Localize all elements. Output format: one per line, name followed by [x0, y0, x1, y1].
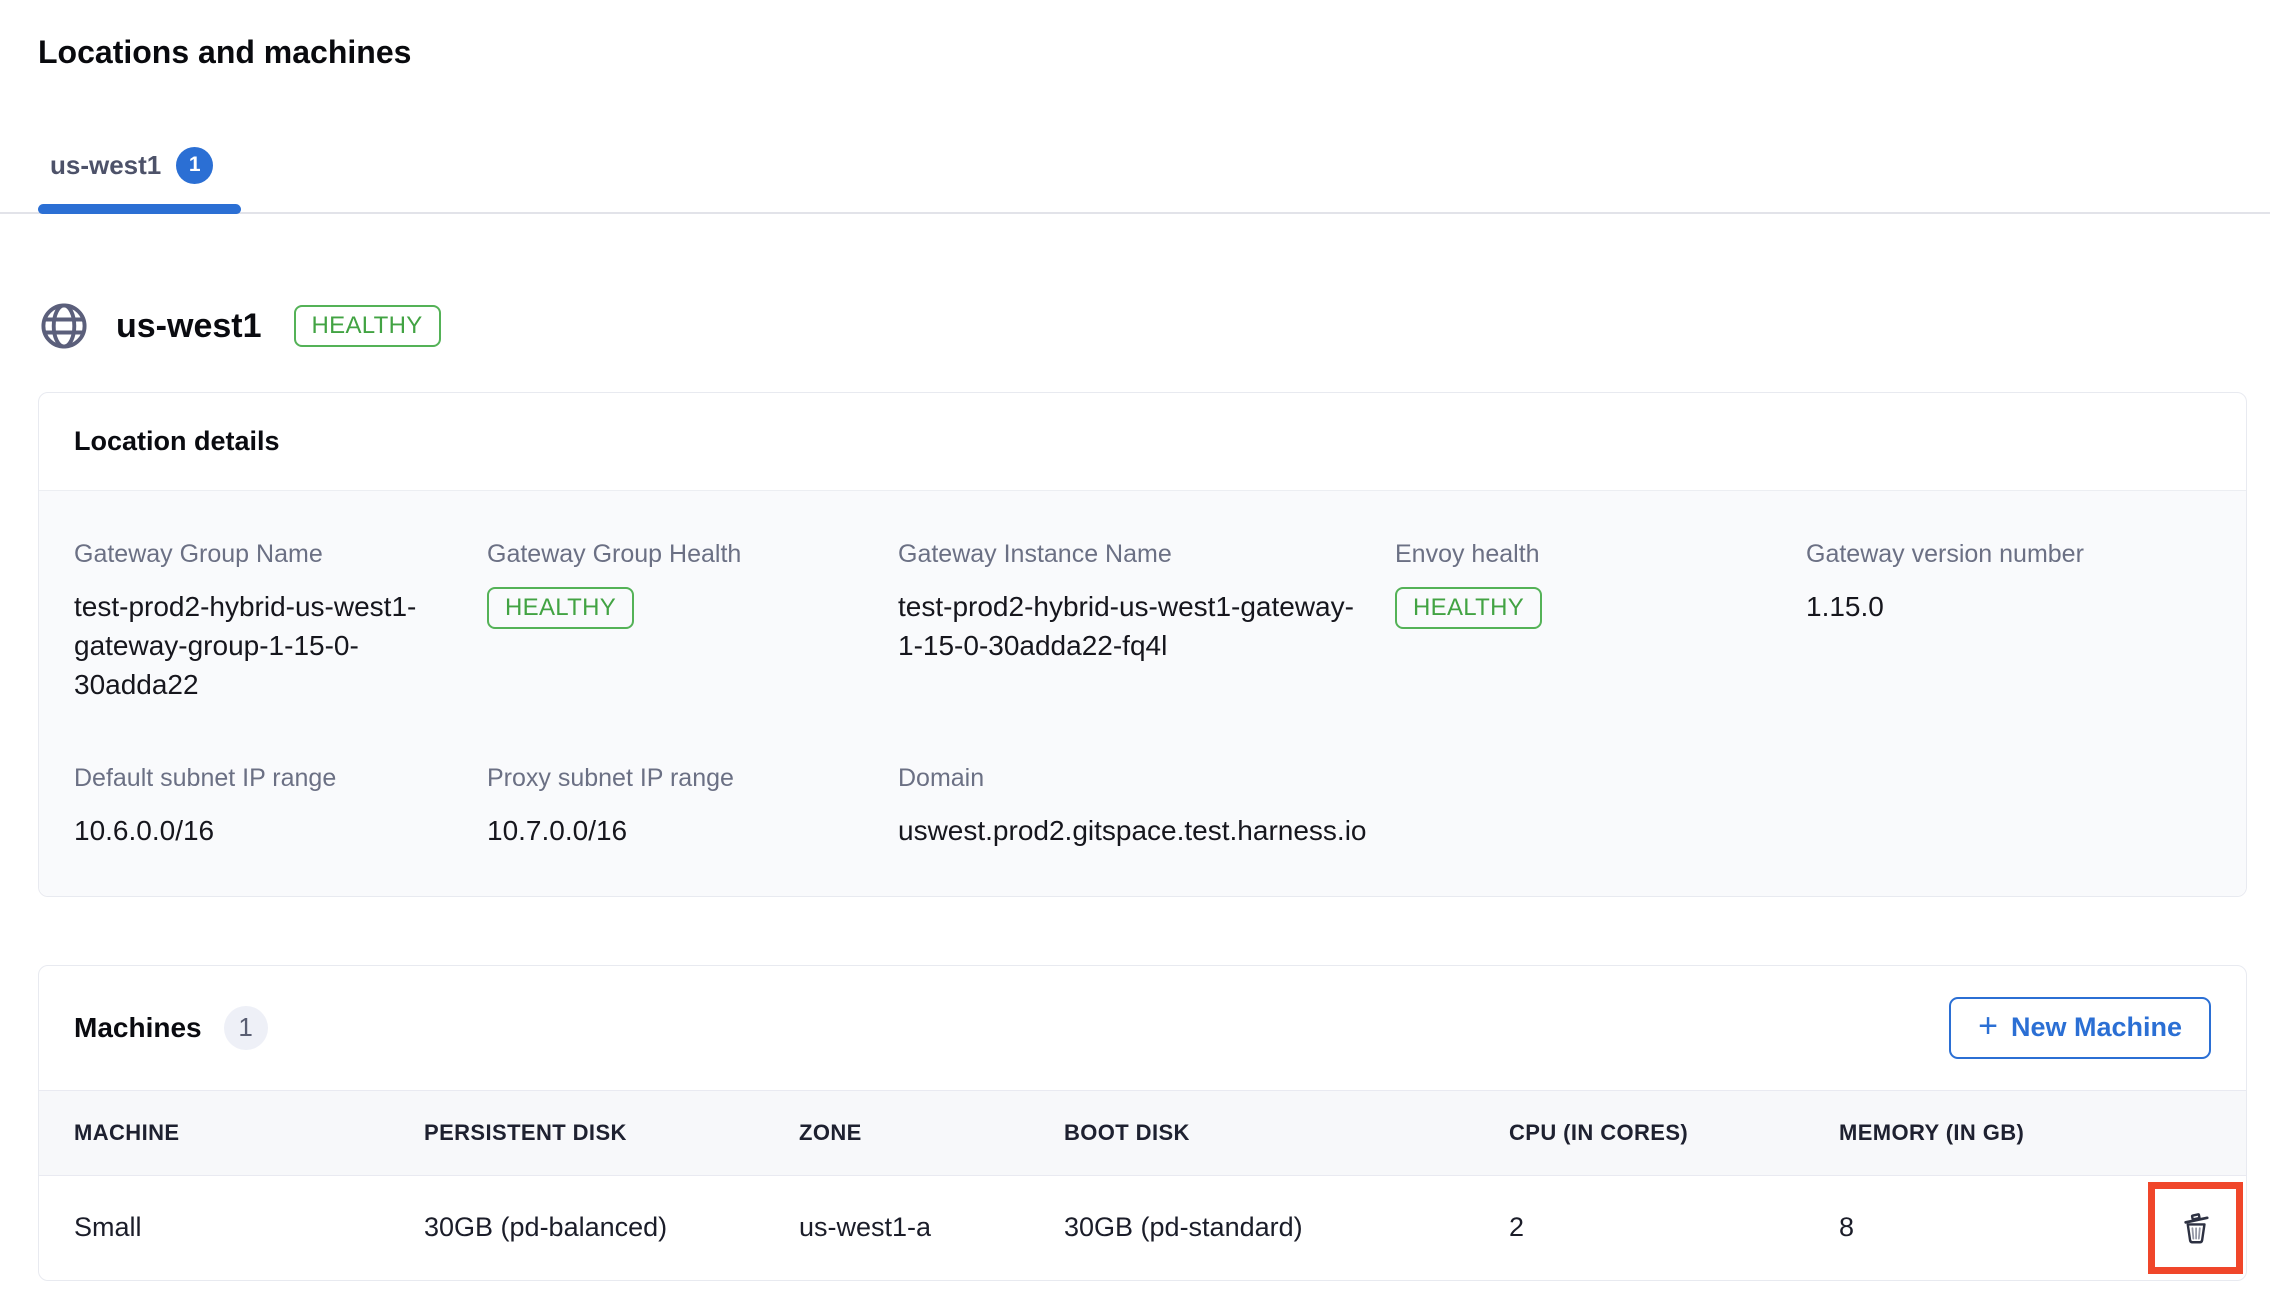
field-value: 10.6.0.0/16 [74, 811, 447, 850]
field-gateway-version: Gateway version number 1.15.0 [1806, 539, 2211, 705]
cell-boot-disk: 30GB (pd-standard) [1064, 1212, 1509, 1243]
gateway-group-health-badge: HEALTHY [487, 587, 634, 629]
cell-zone: us-west1-a [799, 1212, 1064, 1243]
row-actions [2148, 1182, 2243, 1274]
machines-card: Machines 1 + New Machine MACHINE PERSIST… [38, 965, 2247, 1281]
field-label: Default subnet IP range [74, 763, 447, 793]
field-value: 10.7.0.0/16 [487, 811, 858, 850]
new-machine-button-label: New Machine [2011, 1012, 2182, 1043]
field-envoy-health: Envoy health HEALTHY [1395, 539, 1806, 705]
field-value: 1.15.0 [1806, 587, 2171, 626]
col-zone: ZONE [799, 1120, 1064, 1146]
tab-count-badge: 1 [176, 147, 213, 184]
machines-title: Machines [74, 1012, 202, 1044]
location-details-card: Location details Gateway Group Name test… [38, 392, 2247, 897]
active-tab-indicator [38, 204, 241, 214]
field-value: test-prod2-hybrid-us-west1-gateway-group… [74, 587, 419, 705]
location-name: us-west1 [116, 307, 262, 346]
col-memory: MEMORY (IN GB) [1839, 1120, 2148, 1146]
trash-icon [2177, 1209, 2215, 1247]
location-details-title: Location details [74, 426, 2211, 457]
field-default-subnet: Default subnet IP range 10.6.0.0/16 [74, 763, 487, 850]
field-domain: Domain uswest.prod2.gitspace.test.harnes… [898, 763, 1395, 850]
field-gateway-group-health: Gateway Group Health HEALTHY [487, 539, 898, 705]
plus-icon: + [1978, 1007, 1998, 1046]
field-label: Envoy health [1395, 539, 1766, 569]
col-machine: MACHINE [74, 1120, 424, 1146]
machines-count-badge: 1 [224, 1006, 268, 1050]
field-label: Proxy subnet IP range [487, 763, 858, 793]
table-row: Small 30GB (pd-balanced) us-west1-a 30GB… [39, 1176, 2246, 1280]
machines-table-header: MACHINE PERSISTENT DISK ZONE BOOT DISK C… [39, 1090, 2246, 1176]
location-header: us-west1 HEALTHY [38, 300, 2247, 352]
field-label: Gateway Instance Name [898, 539, 1355, 569]
field-value: test-prod2-hybrid-us-west1-gateway-1-15-… [898, 587, 1355, 665]
page-title: Locations and machines [38, 32, 2270, 72]
col-boot-disk: BOOT DISK [1064, 1120, 1509, 1146]
new-machine-button[interactable]: + New Machine [1949, 997, 2211, 1059]
field-label: Gateway Group Health [487, 539, 858, 569]
location-status-badge: HEALTHY [294, 305, 441, 347]
highlight-box [2148, 1182, 2243, 1274]
cell-cpu: 2 [1509, 1212, 1839, 1243]
field-label: Gateway version number [1806, 539, 2171, 569]
cell-memory: 8 [1839, 1212, 2148, 1243]
field-label: Gateway Group Name [74, 539, 447, 569]
location-tabbar: us-west1 1 [0, 140, 2270, 214]
col-persistent-disk: PERSISTENT DISK [424, 1120, 799, 1146]
main-content: us-west1 HEALTHY Location details Gatewa… [0, 300, 2270, 1281]
field-value: uswest.prod2.gitspace.test.harness.io [898, 811, 1355, 850]
col-cpu: CPU (IN CORES) [1509, 1120, 1839, 1146]
field-label: Domain [898, 763, 1355, 793]
envoy-health-badge: HEALTHY [1395, 587, 1542, 629]
tab-label: us-west1 [50, 150, 161, 181]
location-details-header: Location details [39, 393, 2246, 490]
cell-machine: Small [74, 1212, 424, 1243]
globe-icon [38, 300, 90, 352]
machines-header: Machines 1 + New Machine [39, 966, 2246, 1090]
field-gateway-group-name: Gateway Group Name test-prod2-hybrid-us-… [74, 539, 487, 705]
tab-us-west1[interactable]: us-west1 1 [38, 140, 241, 212]
delete-machine-button[interactable] [2177, 1209, 2215, 1247]
field-gateway-instance-name: Gateway Instance Name test-prod2-hybrid-… [898, 539, 1395, 705]
field-proxy-subnet: Proxy subnet IP range 10.7.0.0/16 [487, 763, 898, 850]
cell-persistent-disk: 30GB (pd-balanced) [424, 1212, 799, 1243]
location-details-body: Gateway Group Name test-prod2-hybrid-us-… [39, 490, 2246, 896]
